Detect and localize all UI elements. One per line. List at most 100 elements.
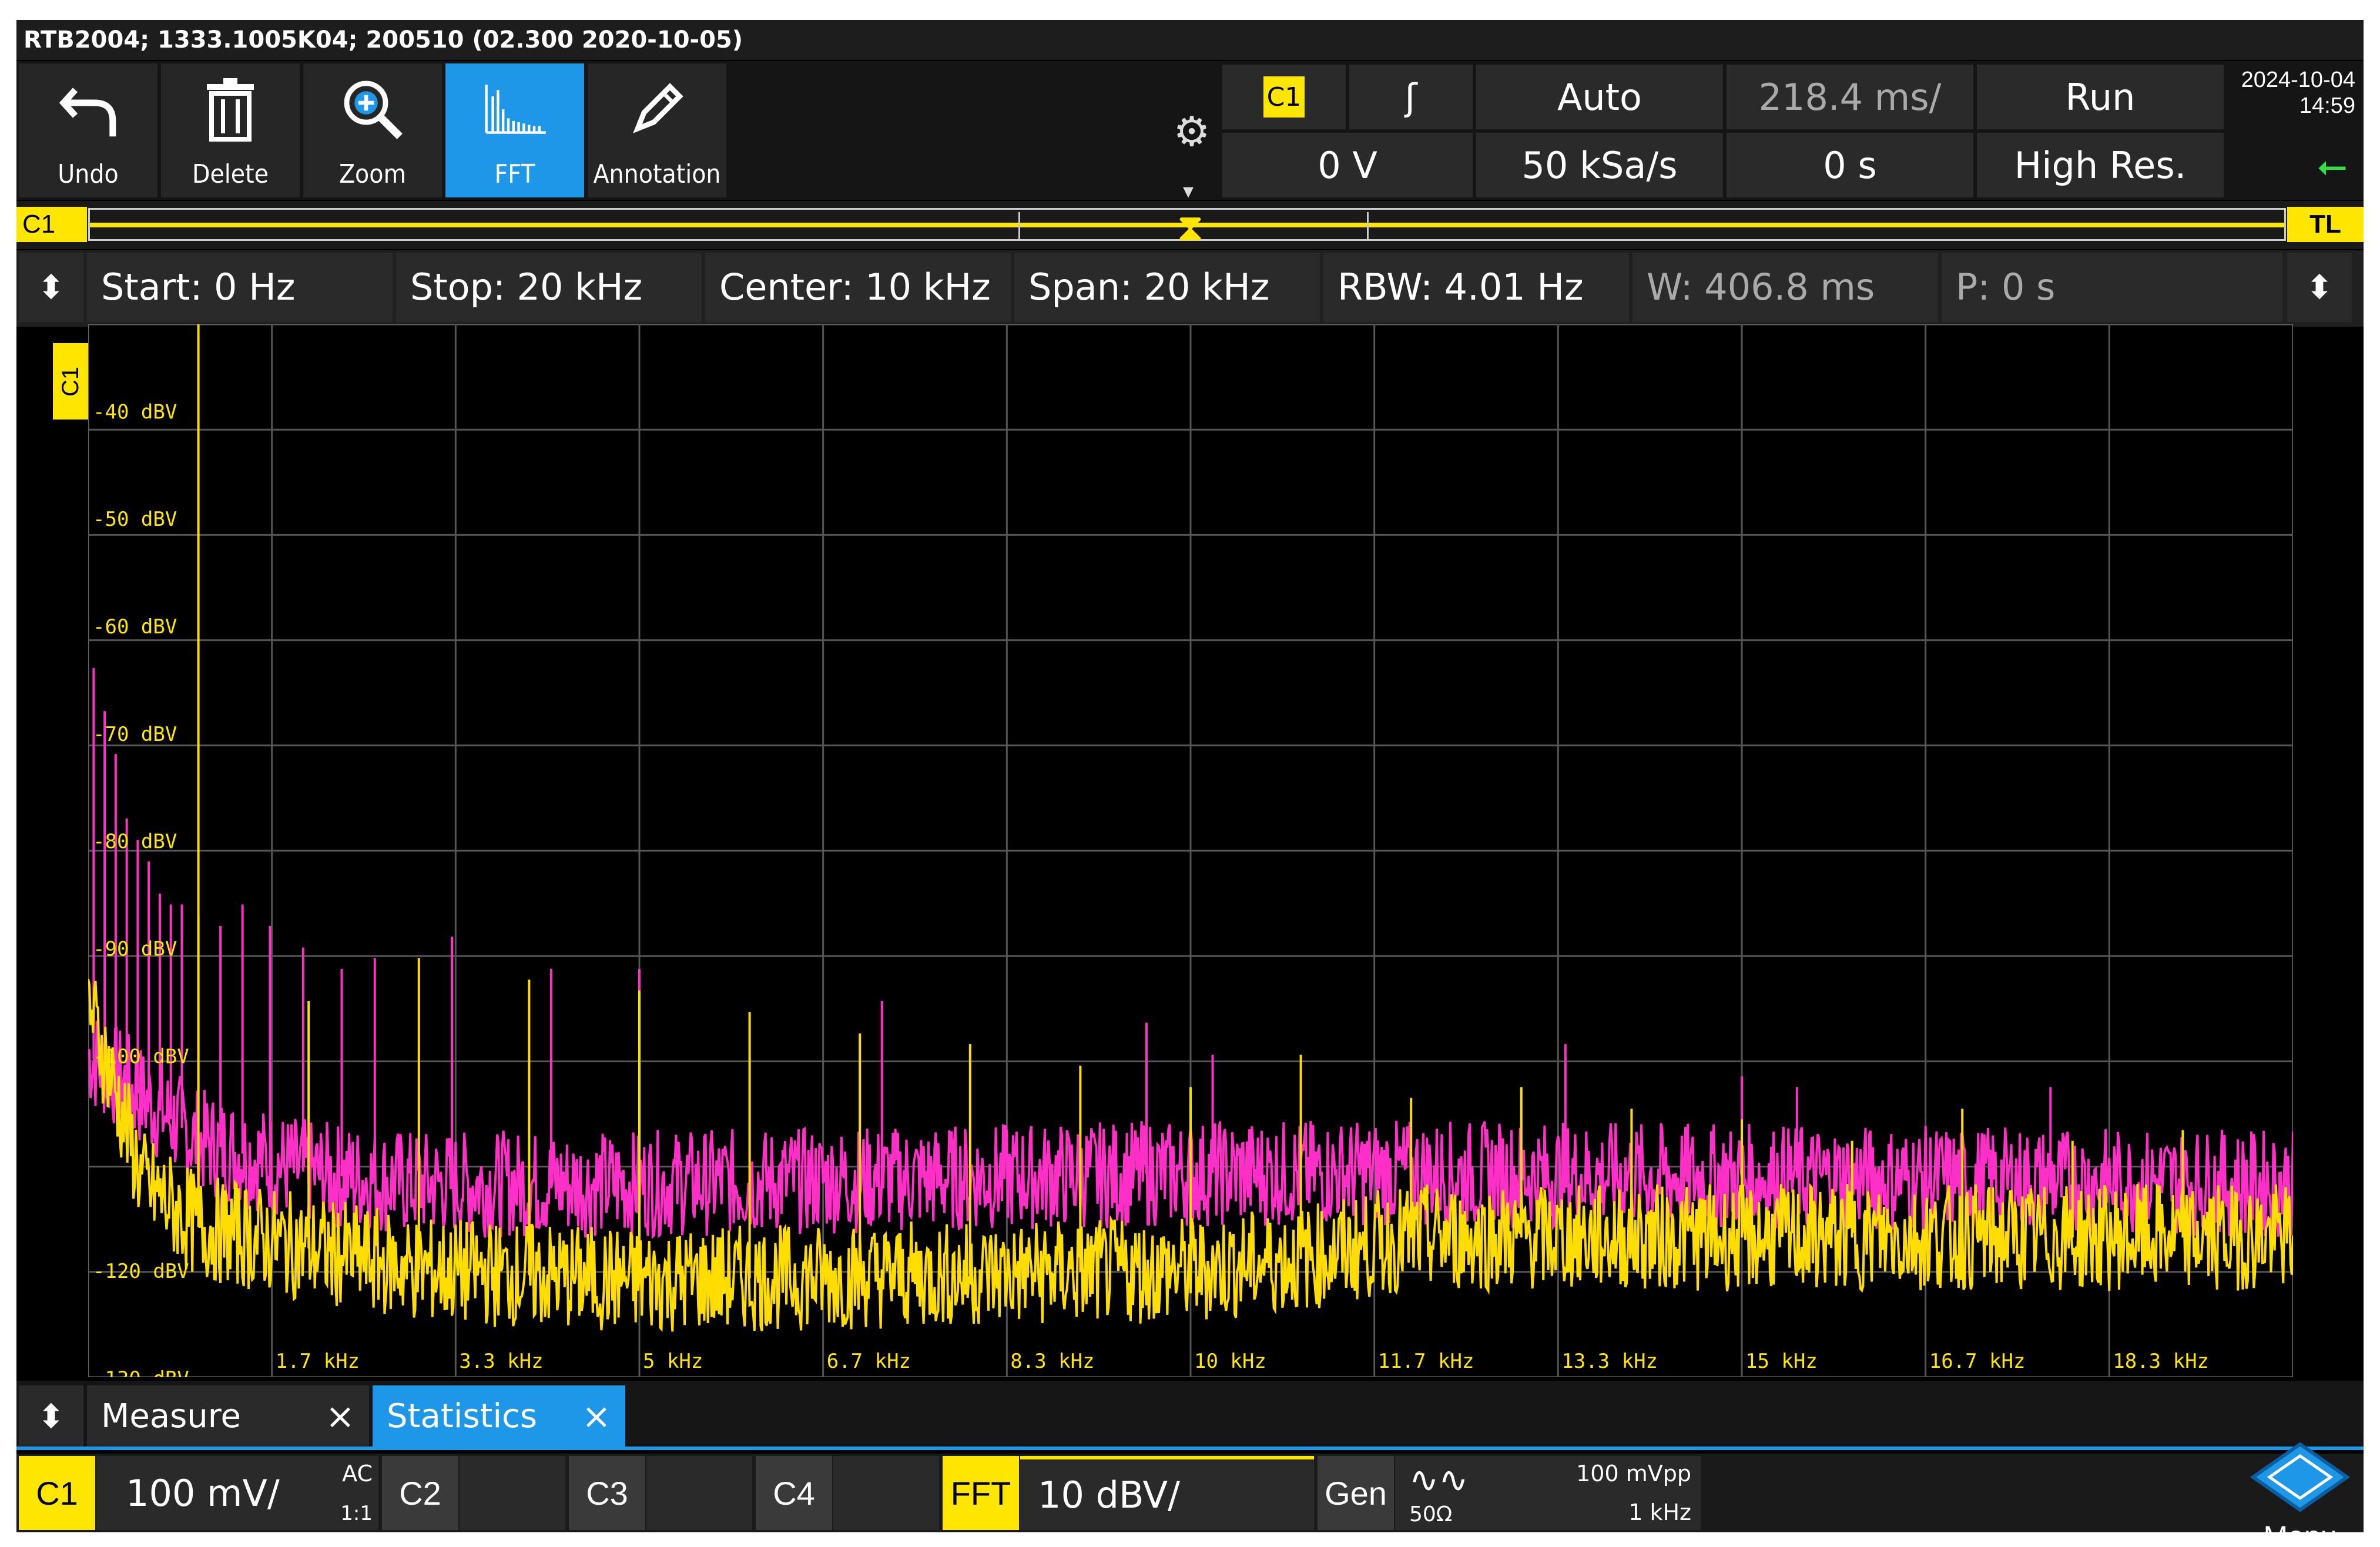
y-tick-label: -120 dBV: [93, 1260, 189, 1283]
fft-button[interactable]: FFT: [445, 63, 584, 197]
channel-c4-button[interactable]: C4: [756, 1456, 832, 1530]
trigger-level[interactable]: 0 V: [1222, 133, 1473, 197]
usb-icon: ⭠: [2317, 144, 2347, 186]
generator-button[interactable]: Gen: [1318, 1456, 1394, 1530]
annotation-label: Annotation: [593, 159, 721, 189]
menu-button[interactable]: Menu: [2241, 1442, 2359, 1532]
tab-scroll-icon[interactable]: ⬍: [19, 1385, 83, 1448]
trigger-source[interactable]: C1: [1222, 65, 1346, 129]
fft-start[interactable]: Start: 0 Hz: [87, 253, 393, 322]
trash-icon: [161, 74, 300, 145]
undo-button[interactable]: Undo: [19, 63, 157, 197]
c1-scale-value: 100 mV/: [126, 1471, 280, 1515]
fft-spectrum-plot[interactable]: -40 dBV -50 dBV -60 dBV -70 dBV -80 dBV -90 d…: [88, 324, 2293, 1377]
c1-coupling: AC: [342, 1461, 373, 1486]
menu-label: Menu: [2241, 1519, 2359, 1532]
generator-settings[interactable]: ∿∿ 50Ω 100 mVpp 1 kHz: [1395, 1456, 1701, 1530]
channel-c4-scale[interactable]: [833, 1456, 939, 1530]
delete-button[interactable]: Delete: [161, 63, 300, 197]
x-tick-label: 13.3 kHz: [1561, 1350, 1658, 1373]
oscilloscope-screen: RTB2004; 1333.1005K04; 200510 (02.300 20…: [16, 20, 2364, 1532]
y-tick-label: -90 dBV: [93, 938, 177, 961]
channel-c3-button[interactable]: C3: [569, 1456, 645, 1530]
y-tick-label: -130 dBV: [93, 1367, 189, 1377]
fft-rbw[interactable]: RBW: 4.01 Hz: [1323, 253, 1629, 322]
x-tick-label: 16.7 kHz: [1929, 1350, 2026, 1373]
date: 2024-10-04: [2241, 68, 2355, 92]
tab-underline: [16, 1447, 2364, 1450]
overview-channel-label: C1: [16, 207, 87, 242]
trigger-marker-icon: ⧗: [1177, 206, 1204, 249]
settings-gear-icon[interactable]: ⚙: [1168, 108, 1215, 155]
x-tick-label: 18.3 kHz: [2113, 1350, 2209, 1373]
rs-logo-icon: [2250, 1442, 2351, 1512]
date-time: 2024-10-04 14:59: [2241, 67, 2355, 119]
channel-c2-button[interactable]: C2: [382, 1456, 458, 1530]
x-tick-label: 15 kHz: [1745, 1350, 1818, 1373]
fft-stop[interactable]: Stop: 20 kHz: [396, 253, 702, 322]
annotation-button[interactable]: Annotation: [588, 63, 726, 197]
chevron-down-icon[interactable]: ▾: [1183, 179, 1194, 203]
fft-scale[interactable]: 10 dBV/: [1020, 1456, 1314, 1530]
tab-statistics[interactable]: Statistics ×: [373, 1385, 625, 1448]
scroll-updown-icon-right[interactable]: ⬍: [2287, 253, 2352, 322]
x-tick-label: 6.7 kHz: [827, 1350, 911, 1373]
sine-wave-icon: ∿∿: [1409, 1459, 1469, 1501]
overview-band: ⧗: [88, 208, 2286, 246]
run-state[interactable]: Run: [1977, 65, 2224, 129]
scroll-updown-icon[interactable]: ⬍: [19, 253, 83, 322]
trigger-mode[interactable]: Auto: [1476, 65, 1723, 129]
close-icon[interactable]: ×: [326, 1385, 355, 1448]
delete-label: Delete: [192, 159, 269, 189]
toolbar: Undo Delete Zoom FFT Annotation ⚙ ▾ C1 ʃ…: [16, 61, 2364, 203]
channel-bar: C1 100 mV/ AC 1:1 C2 C3 C4 FFT 10 dBV/ G…: [16, 1454, 2364, 1532]
y-tick-label: -50 dBV: [93, 508, 177, 531]
y-tick-label: -80 dBV: [93, 830, 177, 854]
zoom-label: Zoom: [338, 159, 407, 189]
tab-measure[interactable]: Measure ×: [87, 1385, 369, 1448]
y-tick-label: -70 dBV: [93, 723, 177, 746]
c1-offset-marker[interactable]: C1: [53, 343, 88, 420]
fft-window[interactable]: W: 406.8 ms: [1633, 253, 1938, 322]
x-tick-label: 1.7 kHz: [276, 1350, 360, 1373]
x-tick-label: 8.3 kHz: [1010, 1350, 1094, 1373]
fft-parameter-bar: ⬍ Start: 0 Hz Stop: 20 kHz Center: 10 kH…: [16, 250, 2364, 327]
timebase[interactable]: 218.4 ms/: [1727, 65, 1973, 129]
overview-strip[interactable]: C1 ⧗ TL: [16, 201, 2364, 249]
undo-label: Undo: [58, 159, 119, 189]
generator-amplitude: 100 mVpp: [1576, 1461, 1691, 1486]
trigger-level-marker[interactable]: TL: [2287, 207, 2364, 242]
pencil-icon: [588, 74, 726, 145]
generator-impedance: 50Ω: [1409, 1502, 1453, 1526]
sample-rate[interactable]: 50 kSa/s: [1476, 133, 1723, 197]
fft-label: FFT: [494, 159, 535, 189]
fft-center[interactable]: Center: 10 kHz: [705, 253, 1011, 322]
acquisition-mode[interactable]: High Res.: [1977, 133, 2224, 197]
trigger-channel-tag: C1: [1263, 76, 1305, 118]
y-tick-label: -100 dBV: [93, 1045, 189, 1068]
tab-statistics-label: Statistics: [387, 1397, 537, 1435]
channel-c2-scale[interactable]: [460, 1456, 565, 1530]
zoom-button[interactable]: Zoom: [303, 63, 442, 197]
tab-measure-label: Measure: [101, 1397, 241, 1435]
x-tick-label: 11.7 kHz: [1378, 1350, 1474, 1373]
zoom-icon: [303, 74, 442, 145]
y-tick-label: -40 dBV: [93, 400, 177, 424]
undo-icon: [19, 74, 157, 145]
generator-frequency: 1 kHz: [1628, 1499, 1691, 1525]
fft-spectrum-icon: [445, 74, 584, 145]
channel-c1-button[interactable]: C1: [19, 1456, 95, 1530]
fft-channel-button[interactable]: FFT: [943, 1456, 1019, 1530]
channel-c3-scale[interactable]: [646, 1456, 752, 1530]
close-icon[interactable]: ×: [582, 1385, 611, 1448]
trigger-slope[interactable]: ʃ: [1349, 65, 1473, 129]
c1-probe-ratio: 1:1: [340, 1502, 373, 1525]
fft-position[interactable]: P: 0 s: [1942, 253, 2282, 322]
fft-span[interactable]: Span: 20 kHz: [1014, 253, 1320, 322]
y-tick-label: -60 dBV: [93, 615, 177, 639]
x-tick-label: 10 kHz: [1194, 1350, 1266, 1373]
x-tick-label: 5 kHz: [643, 1350, 703, 1373]
horizontal-position[interactable]: 0 s: [1727, 133, 1973, 197]
channel-c1-scale[interactable]: 100 mV/ AC 1:1: [96, 1456, 378, 1530]
bottom-tab-bar: ⬍ Measure × Statistics ×: [16, 1381, 2364, 1448]
